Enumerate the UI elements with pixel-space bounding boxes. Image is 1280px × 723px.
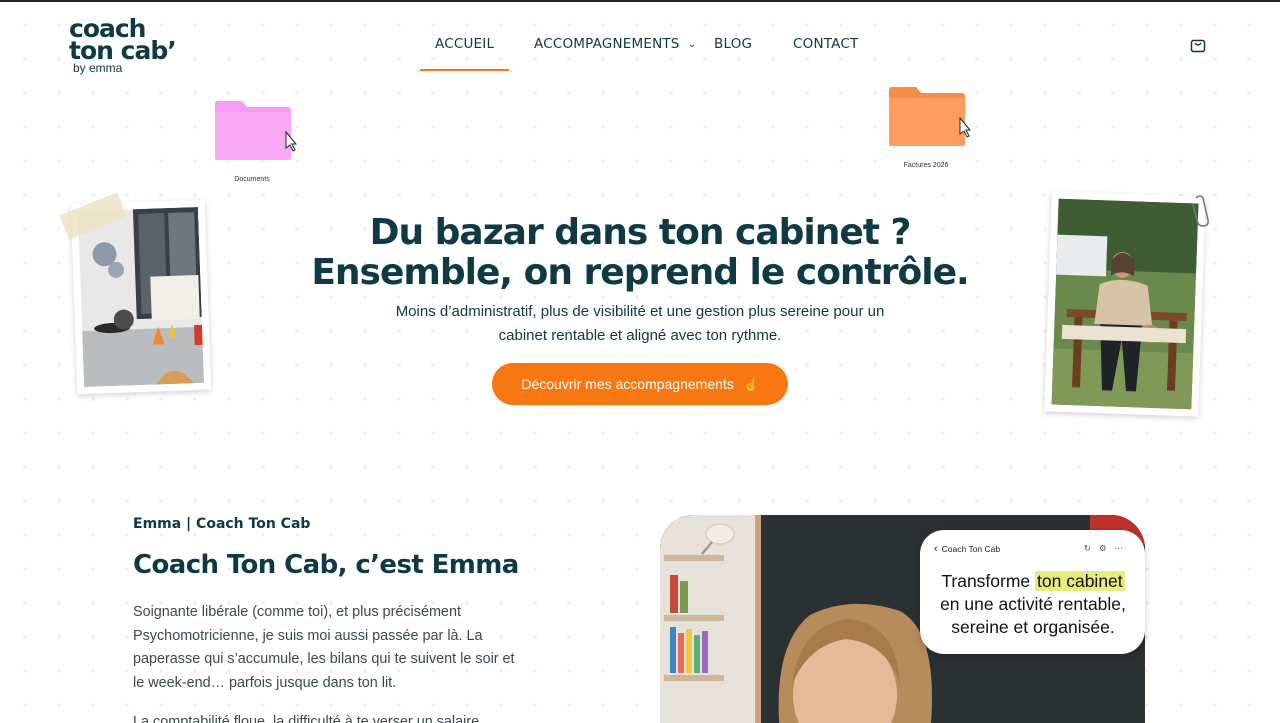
- nav-item-accompagnements[interactable]: ACCOMPAGNEMENTS ⌄: [534, 36, 696, 52]
- bubble-toolbar-icons: ↻⚙⋯: [1084, 543, 1131, 554]
- nav-item-blog[interactable]: BLOG: [714, 36, 752, 52]
- more-icon: ⋯: [1114, 543, 1131, 553]
- about-kicker: Emma | Coach Ton Cab: [133, 516, 311, 532]
- bubble-text-line-2: en une activité rentable,: [940, 594, 1126, 614]
- bubble-header: ‹ Coach Ton Cab: [934, 543, 1000, 555]
- top-border: [0, 0, 1280, 2]
- bubble-text-highlight: ton cabinet: [1035, 571, 1125, 591]
- bubble-header-title: Coach Ton Cab: [941, 544, 1001, 554]
- about-paragraph-2: La comptabilité floue, la difficulté à t…: [133, 711, 528, 723]
- hero-subtitle-line-1: Moins d’administratif, plus de visibilit…: [395, 303, 885, 320]
- paperclip-icon: [1190, 194, 1210, 233]
- bubble-text-line-3: sereine et organisée.: [951, 617, 1115, 637]
- nav-item-accompagnements-label: ACCOMPAGNEMENTS: [534, 36, 680, 52]
- about-p2-line-1: La comptabilité floue, la difficulté à t…: [133, 714, 480, 723]
- discover-offers-button[interactable]: Découvrir mes accompagnements ☝: [492, 363, 788, 405]
- back-chevron-icon: ‹: [934, 543, 938, 555]
- emma-outdoor-photo: [1044, 191, 1206, 417]
- nav-item-accueil[interactable]: ACCUEIL: [419, 36, 510, 71]
- about-p1-line-3: paperasse qui s’accumule, les bilans qui…: [133, 651, 515, 667]
- hero-title: Du bazar dans ton cabinet ? Ensemble, on…: [290, 213, 990, 293]
- folder-documents-label: Documents: [234, 176, 270, 183]
- bubble-text: Transforme ton cabinet en une activité r…: [928, 570, 1138, 639]
- settings-icon: ⚙: [1098, 543, 1115, 553]
- pointer-hand-icon: ☝: [743, 378, 759, 392]
- bubble-text-before: Transforme: [941, 571, 1036, 591]
- pushpin-icon: [696, 520, 740, 565]
- hero-title-line-2: Ensemble, on reprend le contrôle.: [311, 252, 969, 293]
- folder-documents-icon: [214, 100, 304, 167]
- nav-item-contact[interactable]: CONTACT: [793, 36, 858, 52]
- about-paragraph-1: Soignante libérale (comme toi), et plus …: [133, 601, 528, 695]
- discover-offers-label: Découvrir mes accompagnements: [521, 376, 734, 392]
- about-title: Coach Ton Cab, c’est Emma: [133, 550, 519, 580]
- about-p1-line-1: Soignante libérale (comme toi), et plus …: [133, 604, 461, 620]
- hero-subtitle-line-2: cabinet rentable et aligné avec ton ryth…: [498, 326, 782, 344]
- reload-icon: ↻: [1083, 543, 1099, 553]
- main-nav: ACCUEIL ACCOMPAGNEMENTS ⌄ BLOG CONTACT: [0, 36, 1280, 76]
- hero-title-line-1: Du bazar dans ton cabinet ?: [369, 212, 912, 253]
- hero-subtitle: Moins d’administratif, plus de visibilit…: [390, 300, 890, 347]
- folder-factures-icon: [888, 86, 978, 153]
- about-p1-line-2: Psychomotricienne, je suis moi aussi pas…: [133, 627, 483, 644]
- folder-factures-label: Factures 2026: [903, 162, 949, 169]
- shopping-bag-icon[interactable]: [1189, 36, 1209, 56]
- chevron-down-icon: ⌄: [687, 39, 697, 50]
- about-p1-line-4: le week-end… parfois jusque dans ton lit…: [133, 674, 397, 691]
- quote-bubble: ‹ Coach Ton Cab ↻⚙⋯ Transforme ton cabine…: [920, 530, 1145, 654]
